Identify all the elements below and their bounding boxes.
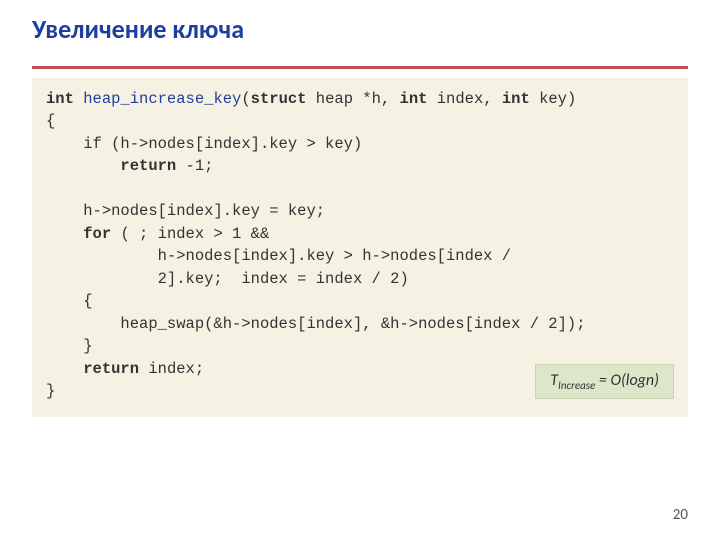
code-line: { (46, 290, 674, 312)
code-token: key) (539, 90, 576, 108)
code-line: { (46, 110, 674, 132)
complexity-subscript: Increase (558, 379, 595, 392)
code-token: return (83, 360, 148, 378)
complexity-close: ) (654, 371, 659, 390)
code-token: h->nodes[index].key > h->nodes[index / (158, 247, 511, 265)
code-token: index; (148, 360, 204, 378)
code-token: } (46, 382, 55, 400)
code-token: int (502, 90, 539, 108)
code-token: ( ; index > 1 && (120, 225, 269, 243)
code-line: } (46, 335, 674, 357)
code-token: 2].key; index = index / 2) (158, 270, 409, 288)
complexity-bigo: O (610, 371, 620, 390)
code-line: if (h->nodes[index].key > key) (46, 133, 674, 155)
complexity-var: n (646, 371, 654, 390)
code-token: heap *h, (316, 90, 400, 108)
code-token: heap_swap(&h->nodes[index], &h->nodes[in… (120, 315, 585, 333)
code-token: int (46, 90, 83, 108)
code-token: return (120, 157, 185, 175)
code-token: for (83, 225, 120, 243)
code-line: h->nodes[index].key = key; (46, 200, 674, 222)
code-token: if (h->nodes[index].key > key) (83, 135, 362, 153)
code-token: ( (241, 90, 250, 108)
code-line: int heap_increase_key(struct heap *h, in… (46, 88, 674, 110)
page-number: 20 (673, 506, 688, 524)
code-line: for ( ; index > 1 && (46, 223, 674, 245)
code-token: struct (251, 90, 316, 108)
code-token: -1; (186, 157, 214, 175)
title-underline (32, 66, 688, 69)
code-token: { (46, 112, 55, 130)
code-token: } (83, 337, 92, 355)
complexity-equals: = (595, 371, 610, 390)
code-token: index, (437, 90, 502, 108)
code-token: int (400, 90, 437, 108)
complexity-open: (log (621, 371, 646, 390)
slide: Увеличение ключа int heap_increase_key(s… (0, 0, 720, 540)
code-line: heap_swap(&h->nodes[index], &h->nodes[in… (46, 313, 674, 335)
code-token: { (83, 292, 92, 310)
slide-title: Увеличение ключа (32, 16, 244, 43)
code-line: return -1; (46, 155, 674, 177)
code-line: 2].key; index = index / 2) (46, 268, 674, 290)
complexity-annotation: TIncrease = O(logn) (535, 364, 674, 399)
code-line (46, 178, 674, 200)
complexity-symbol: T (550, 371, 558, 390)
code-token: h->nodes[index].key = key; (83, 202, 325, 220)
code-token: heap_increase_key (83, 90, 241, 108)
code-line: h->nodes[index].key > h->nodes[index / (46, 245, 674, 267)
